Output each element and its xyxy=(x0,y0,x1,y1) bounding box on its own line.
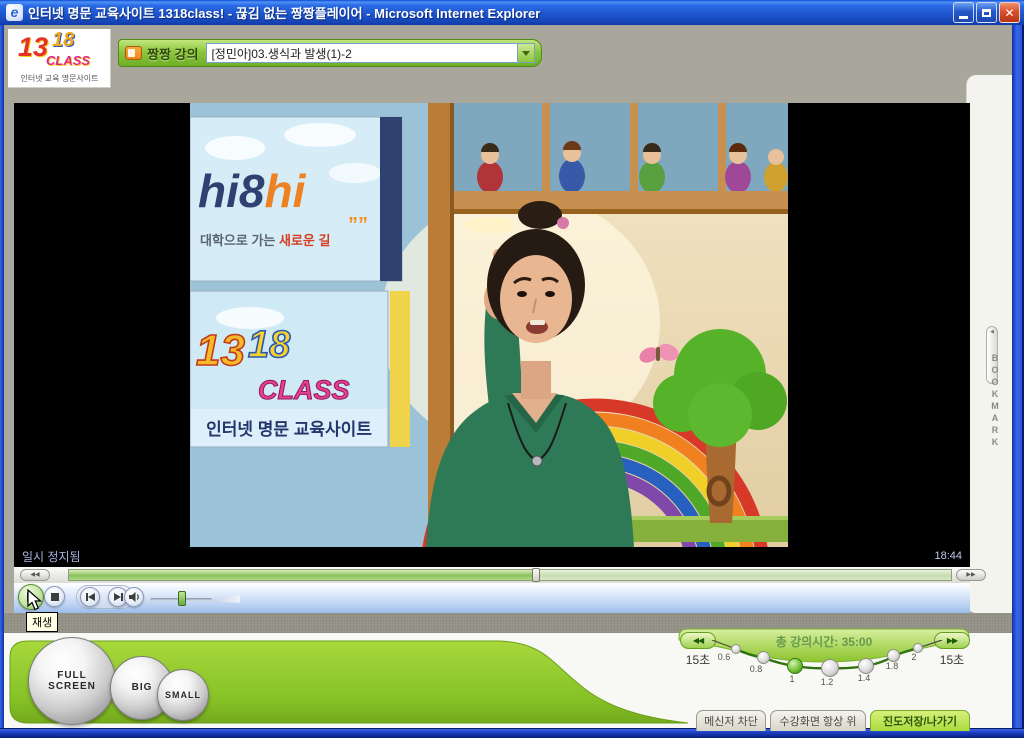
speed-dot-1-2[interactable] xyxy=(821,659,839,677)
playback-status: 일시 정지됨 xyxy=(22,549,81,564)
sign-13: 13 xyxy=(196,326,245,375)
svg-text:hi8hi: hi8hi xyxy=(198,165,307,217)
maximize-icon xyxy=(982,8,991,17)
sign-slogan-highlight: 새로운 길 xyxy=(279,233,330,248)
window-title: 인터넷 명문 교육사이트 1318class! - 끊김 없는 짱짱플레이어 -… xyxy=(28,6,541,21)
lecture-dropdown[interactable]: [정민아]03.생식과 발생(1)-2 xyxy=(206,43,535,63)
play-tooltip: 재생 xyxy=(26,612,59,632)
mouse-cursor xyxy=(27,589,43,611)
speed-label-1-4: 1.4 xyxy=(857,673,871,683)
logo-13: 13 xyxy=(18,32,49,62)
seek-handle[interactable] xyxy=(532,568,541,582)
tab-block-messenger[interactable]: 메신저 차단 xyxy=(696,710,766,731)
minimize-icon xyxy=(959,15,968,19)
video-area[interactable]: hi8hi 대학으로 가는 새로운 길 ”” 1318 CLASS 인터넷 명문… xyxy=(14,103,970,567)
logo-tagline: 인터넷 교육 명문사이트 xyxy=(20,74,99,83)
lecture-label: 짱짱 강의 xyxy=(147,46,199,62)
seek-track[interactable] xyxy=(68,568,952,582)
video-frame: hi8hi 대학으로 가는 새로운 길 ”” 1318 CLASS 인터넷 명문… xyxy=(190,103,788,547)
mute-button[interactable] xyxy=(124,587,144,607)
minimize-button[interactable] xyxy=(953,2,974,23)
speed-dot-0-8[interactable] xyxy=(757,651,770,664)
close-button[interactable]: ✕ xyxy=(999,2,1020,23)
speed-label-0-8: 0.8 xyxy=(749,664,763,674)
fullscreen-button[interactable]: FULL SCREEN xyxy=(28,637,116,725)
sign-tagline: 인터넷 명문 교육사이트 xyxy=(206,420,372,439)
speed-dot-1-active[interactable] xyxy=(787,658,803,674)
seek-progress xyxy=(69,570,537,580)
speed-label-2: 2 xyxy=(911,652,917,662)
speed-label-0-6: 0.6 xyxy=(717,652,731,662)
player-window: e 인터넷 명문 교육사이트 1318class! - 끊김 없는 짱짱플레이어… xyxy=(0,0,1024,738)
tab-always-on-top[interactable]: 수강화면 항상 위 xyxy=(770,710,866,731)
bookmark-arrow-icon: ◀ xyxy=(990,329,994,335)
stop-button[interactable] xyxy=(44,586,65,607)
volume-handle[interactable] xyxy=(178,591,186,606)
volume-icon xyxy=(128,592,139,602)
fullscreen-label: FULL SCREEN xyxy=(48,669,96,693)
sign-slogan-prefix: 대학으로 가는 xyxy=(200,233,279,248)
speed-dot-1-4[interactable] xyxy=(858,658,874,674)
small-button[interactable]: SMALL xyxy=(157,669,209,721)
lecture-bar: 짱짱 강의 [정민아]03.생식과 발생(1)-2 xyxy=(118,39,542,67)
status-bar: 일시 정지됨 18:44 xyxy=(14,547,970,565)
sign-18: 18 xyxy=(248,324,291,366)
sign-highi-orange: hi xyxy=(264,165,306,217)
speed-label-1-8: 1.8 xyxy=(885,661,899,671)
brand-sign: 1318 CLASS 인터넷 명문 교육사이트 xyxy=(190,290,410,448)
sign-quote: ”” xyxy=(348,214,368,236)
small-label: SMALL xyxy=(165,689,201,700)
ie-icon: e xyxy=(6,4,23,21)
sign-highi-dark: hi8 xyxy=(198,165,265,217)
seek-rewind-button[interactable]: ◀◀ xyxy=(20,569,50,581)
bookmark-tab[interactable]: BOOKMARK xyxy=(980,338,1000,463)
big-label: BIG xyxy=(131,682,153,694)
playback-time: 18:44 xyxy=(934,550,962,562)
title-bar: e 인터넷 명문 교육사이트 1318class! - 끊김 없는 짱짱플레이어… xyxy=(0,0,1024,25)
speed-label-1: 1 xyxy=(789,674,795,684)
logo-class: CLASS xyxy=(46,53,91,68)
stop-icon xyxy=(50,592,59,601)
seek-forward-button[interactable]: ▶▶ xyxy=(956,569,986,581)
sign-class: CLASS xyxy=(258,375,350,405)
logo-18: 18 xyxy=(52,29,75,51)
speed-label-1-2: 1.2 xyxy=(820,677,834,687)
seek-row: ◀◀ ▶▶ xyxy=(14,567,986,583)
window-border-right xyxy=(1012,25,1024,728)
previous-button[interactable] xyxy=(80,587,100,607)
tv-icon xyxy=(125,46,142,60)
tab-save-exit[interactable]: 진도저장/나가기 xyxy=(870,710,970,731)
maximize-button[interactable] xyxy=(976,2,997,23)
chevron-down-icon xyxy=(522,50,530,56)
highi-sign: hi8hi 대학으로 가는 새로운 길 ”” xyxy=(190,116,403,282)
site-logo[interactable]: 13 18 CLASS 인터넷 교육 명문사이트 xyxy=(8,29,111,88)
dropdown-button[interactable] xyxy=(517,44,534,62)
lecture-dropdown-value: [정민아]03.생식과 발생(1)-2 xyxy=(211,46,352,61)
next-icon xyxy=(113,593,121,601)
svg-text:대학으로 가는 새로운 길: 대학으로 가는 새로운 길 xyxy=(200,233,330,248)
